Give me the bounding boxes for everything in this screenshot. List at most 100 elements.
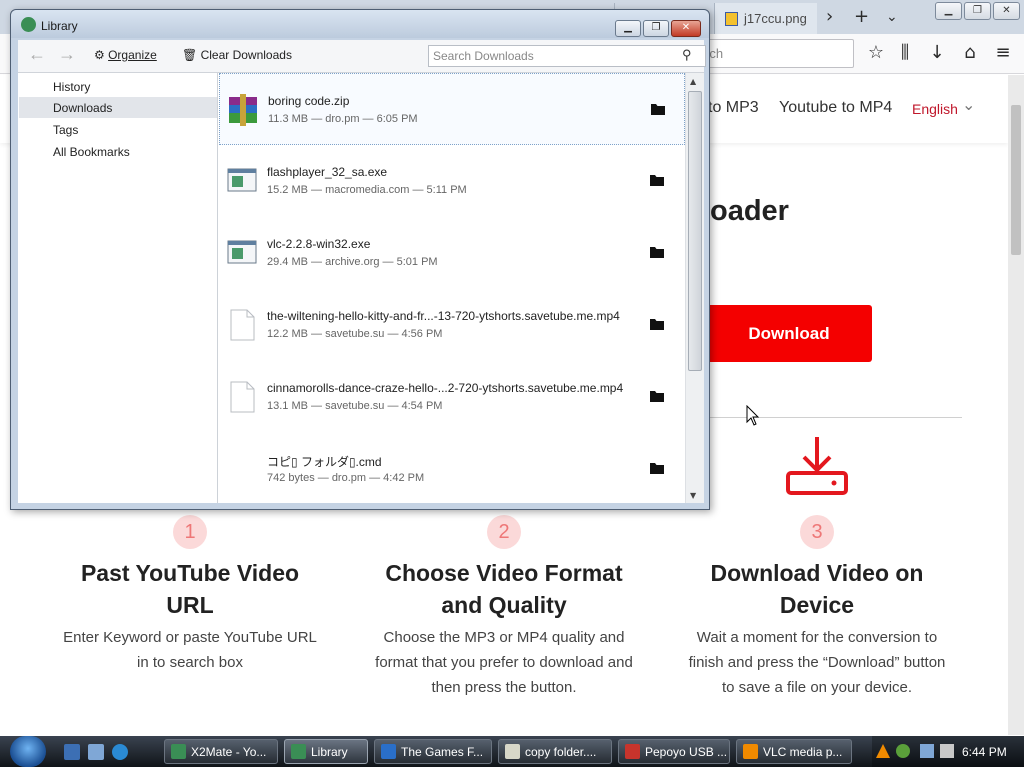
clock[interactable]: 6:44 PM [962,745,1007,759]
open-folder-icon[interactable] [650,174,664,186]
open-folder-icon[interactable] [650,246,664,258]
download-row[interactable]: cinnamorolls-dance-craze-hello-...2-720-… [219,361,685,433]
download-row[interactable]: flashplayer_32_sa.exe 15.2 MB — macromed… [219,145,685,217]
firefox-icon [291,744,306,759]
new-tab-icon[interactable]: + [854,6,869,27]
page-scrollbar[interactable] [1008,75,1024,735]
library-icon[interactable]: ⫼ [894,42,916,64]
menu-icon[interactable]: ≡ [992,42,1014,64]
search-bar[interactable]: rch [690,39,854,68]
download-button[interactable]: Download [706,305,872,362]
sidebar-item-history[interactable]: History [19,76,217,97]
task-label: Library [311,745,348,759]
downloads-arrow-icon[interactable]: ↓ [926,42,948,64]
document-icon [230,381,255,413]
step-description: Wait a moment for the conversion to fini… [688,629,946,696]
sidebar-item-tags[interactable]: Tags [19,119,217,140]
scrollbar-thumb[interactable] [1011,105,1021,255]
download-row[interactable]: vlc-2.2.8-win32.exe 29.4 MB — archive.or… [219,217,685,289]
scroll-up-icon[interactable]: ▲ [690,77,696,86]
organize-button[interactable]: ⚙ Organize [94,48,157,62]
download-tray-icon [786,437,848,495]
close-button[interactable]: ✕ [993,2,1020,20]
downloads-list: boring code.zip 11.3 MB — dro.pm — 6:05 … [219,73,685,503]
step-number: 3 [800,515,834,549]
open-folder-icon[interactable] [650,318,664,330]
library-minimize-button[interactable]: ▁ [615,20,641,37]
download-filename: the-wiltening-hello-kitty-and-fr...-13-7… [267,309,620,323]
chevron-down-icon[interactable]: ⌄ [962,95,975,114]
tray-app-icon[interactable] [896,744,910,758]
task-label: X2Mate - Yo... [191,745,267,759]
search-input[interactable]: Search Downloads [428,45,706,67]
download-meta: 13.1 MB — savetube.su — 4:54 PM [267,400,443,412]
library-sidebar: History Downloads Tags All Bookmarks [18,73,218,503]
taskbar-item-games[interactable]: The Games F... [374,739,492,764]
library-window: Library ▁ ❐ ✕ ← → ⚙ Organize 🗑 Clear Dow… [10,9,710,510]
downloads-scrollbar[interactable]: ▲ ▼ [685,73,704,503]
language-selector[interactable]: English [912,101,958,117]
task-label: copy folder.... [525,745,597,759]
show-desktop-icon[interactable] [64,744,80,760]
window-title: Library [41,19,78,33]
star-icon[interactable]: ☆ [865,42,887,64]
vlc-tray-icon[interactable] [876,744,890,758]
taskbar-item-notepad[interactable]: copy folder.... [498,739,612,764]
scroll-down-icon[interactable]: ▼ [690,491,696,500]
nav-link-mp3[interactable]: to MP3 [708,99,759,117]
volume-muted-icon[interactable] [940,744,954,758]
forward-icon[interactable]: → [58,44,76,65]
notepad-icon [505,744,520,759]
firefox-icon [171,744,186,759]
maximize-button[interactable]: ❐ [964,2,991,20]
open-folder-icon[interactable] [650,390,664,402]
download-meta: 15.2 MB — macromedia.com — 5:11 PM [267,184,467,196]
task-label: Pepoyo USB ... [645,745,728,759]
step-description: Choose the MP3 or MP4 quality and format… [375,629,633,696]
open-folder-icon[interactable] [650,462,664,474]
screen: j17ccu.png › + ⌄ ▁ ❐ ✕ rch ☆ ⫼ ↓ ⌂ ≡ to … [0,0,1024,767]
sidebar-item-all-bookmarks[interactable]: All Bookmarks [19,141,217,162]
scrollbar-thumb[interactable] [688,91,702,371]
library-close-button[interactable]: ✕ [671,20,701,37]
open-folder-icon[interactable] [651,103,665,115]
scroll-tabs-right-icon[interactable]: › [826,6,833,27]
download-filename: cinnamorolls-dance-craze-hello-...2-720-… [267,381,624,395]
download-row[interactable]: the-wiltening-hello-kitty-and-fr...-13-7… [219,289,685,361]
internet-explorer-icon[interactable] [112,744,128,760]
download-filename: flashplayer_32_sa.exe [267,165,388,179]
taskbar-item-vlc[interactable]: VLC media p... [736,739,852,764]
list-tabs-icon[interactable]: ⌄ [886,9,898,25]
library-titlebar[interactable]: Library ▁ ❐ ✕ [11,10,709,38]
taskbar-item-x2mate[interactable]: X2Mate - Yo... [164,739,278,764]
minimize-button[interactable]: ▁ [935,2,962,20]
vlc-icon [743,744,758,759]
start-button[interactable] [10,736,46,767]
clear-downloads-button[interactable]: 🗑 Clear Downloads [182,48,292,62]
download-filename: コピ▯ フォルダ▯.cmd [267,455,382,469]
download-row[interactable]: コピ▯ フォルダ▯.cmd 742 bytes — dro.pm — 4:42 … [219,433,685,503]
step-title: Download Video on Device [710,560,924,618]
organize-label: Organize [108,48,157,62]
library-maximize-button[interactable]: ❐ [643,20,669,37]
nav-link-mp4[interactable]: Youtube to MP4 [779,99,892,117]
firefox-icon [21,17,36,32]
taskbar-item-pepoyo[interactable]: Pepoyo USB ... [618,739,730,764]
search-icon[interactable]: ⚲ [682,47,702,69]
step-number: 2 [487,515,521,549]
back-icon[interactable]: ← [28,44,46,65]
download-meta: 742 bytes — dro.pm — 4:42 PM [267,472,425,484]
network-icon[interactable] [920,744,934,758]
step-title: Choose Video Format and Quality [385,560,623,618]
browser-tab-image[interactable]: j17ccu.png [715,3,817,34]
download-filename: vlc-2.2.8-win32.exe [267,237,371,251]
app-icon [381,744,396,759]
home-icon[interactable]: ⌂ [959,42,981,64]
taskbar-item-library[interactable]: Library [284,739,368,764]
image-file-icon [725,11,738,26]
download-row[interactable]: boring code.zip 11.3 MB — dro.pm — 6:05 … [219,73,685,145]
switch-windows-icon[interactable] [88,744,104,760]
gear-icon: ⚙ [94,48,109,62]
download-filename: boring code.zip [268,94,350,108]
sidebar-item-downloads[interactable]: Downloads [19,97,217,118]
